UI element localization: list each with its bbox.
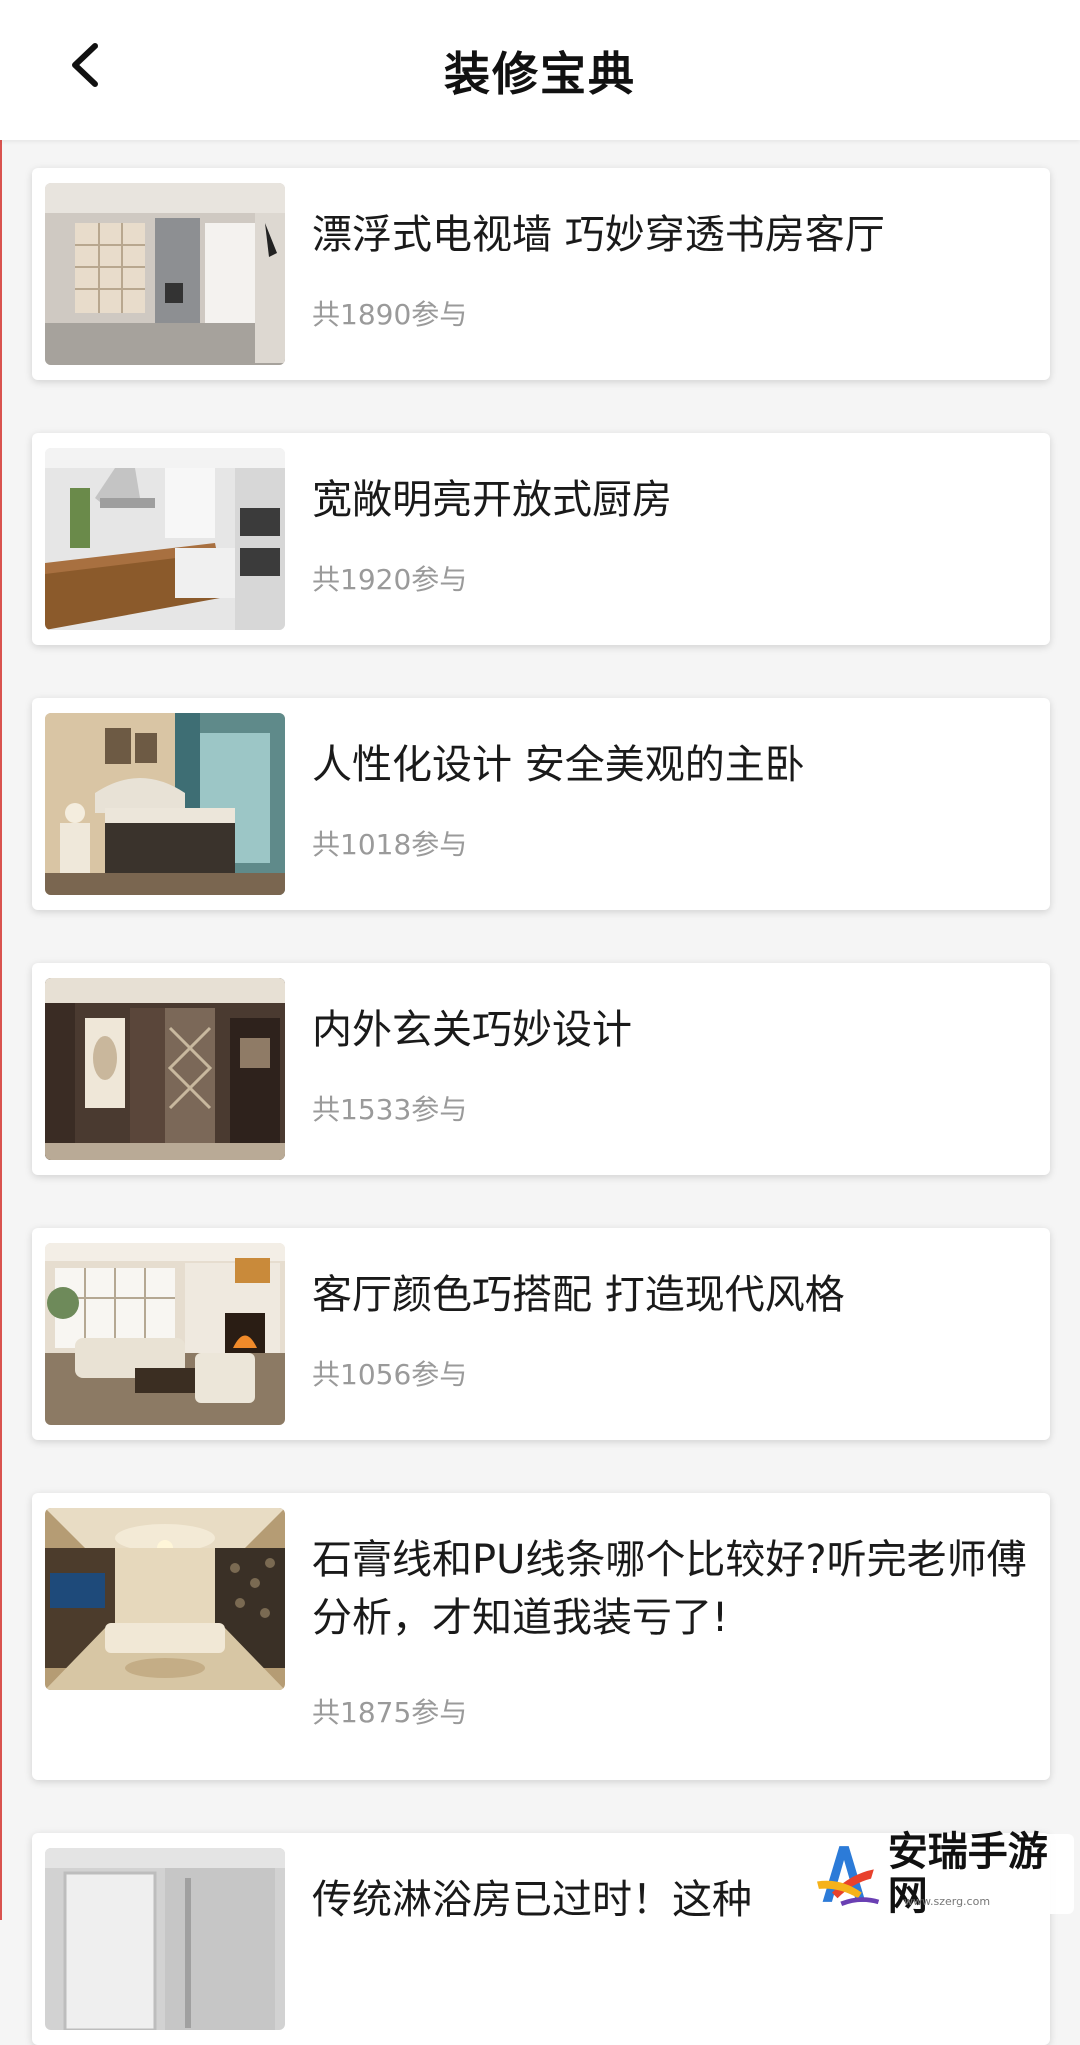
article-title: 宽敞明亮开放式厨房 xyxy=(312,477,672,523)
article-title: 内外玄关巧妙设计 xyxy=(312,1007,632,1053)
site-watermark: 安瑞手游网 www.szerg.com xyxy=(804,1830,1074,1918)
participant-count: 共1018参与 xyxy=(312,828,468,861)
article-thumbnail xyxy=(45,183,285,365)
article-card[interactable]: 内外玄关巧妙设计 共1533参与 xyxy=(32,963,1050,1175)
page-title: 装修宝典 xyxy=(444,47,636,101)
left-edge-line xyxy=(0,0,2,1920)
top-bar: 装修宝典 xyxy=(0,0,1080,140)
participant-count: 共1056参与 xyxy=(312,1358,468,1391)
participant-count: 共1533参与 xyxy=(312,1093,468,1126)
article-card[interactable]: 人性化设计 安全美观的主卧 共1018参与 xyxy=(32,698,1050,910)
article-card[interactable]: 宽敞明亮开放式厨房 共1920参与 xyxy=(32,433,1050,645)
article-thumbnail xyxy=(45,1508,285,1690)
article-thumbnail xyxy=(45,713,285,895)
article-card[interactable]: 石膏线和PU线条哪个比较好?听完老师傅分析，才知道我装亏了! 共1875参与 xyxy=(32,1493,1050,1780)
article-thumbnail xyxy=(45,978,285,1160)
participant-count: 共1875参与 xyxy=(312,1696,468,1729)
article-card[interactable]: 漂浮式电视墙 巧妙穿透书房客厅 共1890参与 xyxy=(32,168,1050,380)
participant-count: 共1920参与 xyxy=(312,563,468,596)
article-thumbnail xyxy=(45,1848,285,2030)
article-thumbnail xyxy=(45,1243,285,1425)
article-title: 石膏线和PU线条哪个比较好?听完老师傅分析，才知道我装亏了! xyxy=(312,1537,1027,1641)
article-title: 漂浮式电视墙 巧妙穿透书房客厅 xyxy=(312,212,885,258)
watermark-url: www.szerg.com xyxy=(904,1895,991,1908)
article-title: 人性化设计 安全美观的主卧 xyxy=(312,742,805,788)
participant-count: 共1890参与 xyxy=(312,298,468,331)
article-thumbnail xyxy=(45,448,285,630)
watermark-logo-icon xyxy=(817,1846,880,1906)
article-title: 客厅颜色巧搭配 打造现代风格 xyxy=(312,1272,845,1318)
article-card[interactable]: 客厅颜色巧搭配 打造现代风格 共1056参与 xyxy=(32,1228,1050,1440)
